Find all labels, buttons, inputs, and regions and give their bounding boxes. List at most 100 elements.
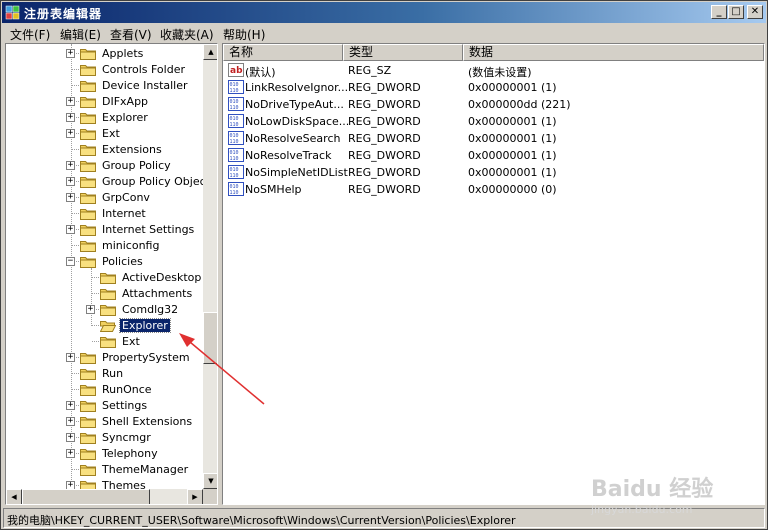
svg-text:110: 110 (230, 190, 239, 196)
svg-text:ab: ab (230, 66, 243, 76)
value-row[interactable]: ab (默认) REG_SZ (数值未设置) (223, 62, 764, 79)
folder-icon (80, 223, 96, 236)
expand-icon[interactable]: + (66, 225, 75, 234)
expand-icon[interactable]: + (66, 449, 75, 458)
registry-editor-window: 注册表编辑器 _ □ ✕ 文件(F) 编辑(E) 查看(V) 收藏夹(A) 帮助… (0, 0, 768, 530)
tree-node-label: Comdlg32 (122, 303, 179, 316)
tree-node-label: ThemeManager (102, 463, 189, 476)
open-folder-icon (99, 319, 117, 332)
column-header-data[interactable]: 数据 (463, 44, 764, 61)
expand-icon[interactable]: + (66, 113, 75, 122)
value-list-panel[interactable]: 名称 类型 数据 ab (默认) REG_SZ (数值未设置) 010 110 LinkRe… (222, 43, 765, 505)
tree-vertical-scrollbar[interactable]: ▲ ▼ (203, 44, 217, 489)
value-name: (默认) (245, 66, 276, 79)
expand-icon[interactable]: + (86, 305, 95, 314)
value-row[interactable]: 010 110 NoLowDiskSpace... REG_DWORD 0x000000… (223, 113, 764, 130)
value-row[interactable]: 010 110 NoResolveSearch REG_DWORD 0x00000001… (223, 130, 764, 147)
scroll-left-button[interactable]: ◀ (6, 489, 22, 504)
tree-node-label: Internet Settings (102, 223, 195, 236)
svg-text:110: 110 (230, 88, 239, 94)
folder-icon (80, 63, 96, 76)
value-data: 0x00000001 (1) (468, 132, 557, 145)
key-tree-panel[interactable]: + Applets Controls Folder Device Installer +… (5, 43, 218, 505)
folder-icon (80, 367, 96, 380)
folder-icon (100, 287, 116, 300)
tree-node-label: DIFxApp (102, 95, 149, 108)
svg-text:110: 110 (230, 122, 239, 128)
expand-icon[interactable]: + (66, 417, 75, 426)
folder-icon (80, 111, 96, 124)
column-header-name[interactable]: 名称 (223, 44, 343, 61)
scroll-up-button[interactable]: ▲ (203, 44, 217, 60)
value-row[interactable]: 010 110 NoSMHelp REG_DWORD 0x00000000 (0) (223, 181, 764, 198)
maximize-button[interactable]: □ (728, 5, 744, 19)
status-path: 我的电脑\HKEY_CURRENT_USER\Software\Microsof… (7, 514, 516, 527)
value-row[interactable]: 010 110 NoDriveTypeAut... REG_DWORD 0x000000… (223, 96, 764, 113)
collapse-icon[interactable]: − (66, 257, 75, 266)
value-row[interactable]: 010 110 LinkResolveIgnor... REG_DWORD 0x0000… (223, 79, 764, 96)
scroll-down-button[interactable]: ▼ (203, 473, 217, 489)
tree-node-label: Explorer (119, 318, 171, 333)
menu-file[interactable]: 文件(F) (10, 26, 50, 43)
value-name: NoLowDiskSpace... (245, 115, 350, 128)
expand-icon[interactable]: + (66, 129, 75, 138)
dword-value-icon: 010 110 (228, 80, 244, 94)
tree-node-label: Group Policy Objects (102, 175, 216, 188)
folder-icon (80, 207, 96, 220)
tree-node-label: GrpConv (102, 191, 150, 204)
menu-edit[interactable]: 编辑(E) (60, 26, 101, 43)
svg-text:110: 110 (230, 156, 239, 162)
registry-app-icon (5, 5, 20, 20)
tree-node-label: Explorer (102, 111, 148, 124)
expand-icon[interactable]: + (66, 49, 75, 58)
folder-icon (80, 351, 96, 364)
folder-icon (80, 191, 96, 204)
value-row[interactable]: 010 110 NoResolveTrack REG_DWORD 0x00000001 … (223, 147, 764, 164)
value-name: NoDriveTypeAut... (245, 98, 344, 111)
column-header-type[interactable]: 类型 (343, 44, 463, 61)
horizontal-scroll-thumb[interactable] (22, 489, 150, 504)
tree-node-label: Applets (102, 47, 144, 60)
value-row[interactable]: 010 110 NoSimpleNetIDList REG_DWORD 0x000000… (223, 164, 764, 181)
menu-help[interactable]: 帮助(H) (223, 26, 265, 43)
folder-icon (80, 399, 96, 412)
svg-text:110: 110 (230, 105, 239, 111)
vertical-scroll-thumb[interactable] (203, 312, 217, 364)
tree-node-label: miniconfig (102, 239, 160, 252)
value-data: 0x00000001 (1) (468, 81, 557, 94)
close-button[interactable]: ✕ (747, 5, 763, 19)
tree-node-label: Attachments (122, 287, 193, 300)
value-type: REG_DWORD (348, 98, 421, 111)
tree-node-label: Controls Folder (102, 63, 185, 76)
dword-value-icon: 010 110 (228, 114, 244, 128)
dword-value-icon: 010 110 (228, 97, 244, 111)
menu-view[interactable]: 查看(V) (110, 26, 152, 43)
dword-value-icon: 010 110 (228, 148, 244, 162)
folder-icon (80, 175, 96, 188)
tree-node-label: Policies (102, 255, 143, 268)
expand-icon[interactable]: + (66, 161, 75, 170)
folder-icon (80, 255, 96, 268)
watermark-url: jingyan.baidu.com (591, 503, 693, 516)
tree-node-label: Syncmgr (102, 431, 151, 444)
value-data: 0x00000000 (0) (468, 183, 557, 196)
tree-horizontal-scrollbar[interactable]: ◀ ▶ (6, 489, 203, 504)
folder-icon (100, 271, 116, 284)
value-name: NoSimpleNetIDList (245, 166, 348, 179)
folder-icon (80, 415, 96, 428)
menu-favorites[interactable]: 收藏夹(A) (160, 26, 214, 43)
minimize-button[interactable]: _ (711, 5, 727, 19)
expand-icon[interactable]: + (66, 193, 75, 202)
expand-icon[interactable]: + (66, 177, 75, 186)
expand-icon[interactable]: + (66, 97, 75, 106)
tree-node-label: Ext (102, 127, 120, 140)
expand-icon[interactable]: + (66, 353, 75, 362)
expand-icon[interactable]: + (66, 401, 75, 410)
tree-node-label: PropertySystem (102, 351, 190, 364)
value-data: 0x00000001 (1) (468, 115, 557, 128)
folder-icon (80, 239, 96, 252)
title-bar[interactable]: 注册表编辑器 _ □ ✕ (2, 2, 766, 23)
tree-node-label: Telephony (102, 447, 158, 460)
scroll-right-button[interactable]: ▶ (187, 489, 203, 504)
expand-icon[interactable]: + (66, 433, 75, 442)
